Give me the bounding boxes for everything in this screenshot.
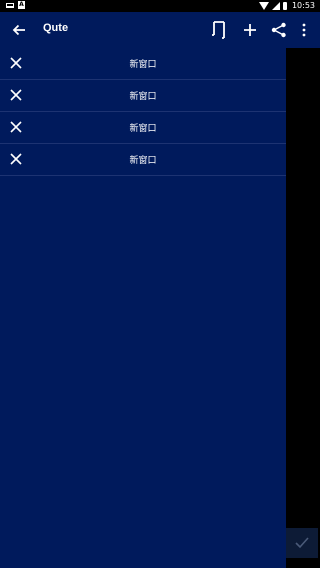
back-button[interactable] — [8, 19, 30, 41]
tab-drawer: 新窗口 新窗口 新窗口 新窗口 — [0, 48, 286, 568]
more-button[interactable] — [294, 19, 314, 41]
tab-title: 新窗口 — [129, 92, 157, 102]
status-bar: A 10:53 — [0, 0, 320, 12]
close-tab-button[interactable] — [6, 53, 26, 73]
tab-list-item[interactable]: 新窗口 — [0, 48, 286, 80]
signal-icon — [271, 1, 280, 10]
screen: A 10:53 Qute 新窗口 新窗口 新窗口 新窗口 — [0, 0, 320, 568]
app-bar: Qute — [0, 12, 320, 48]
tabs-icon — [212, 21, 225, 39]
a-icon: A — [18, 1, 25, 9]
close-icon — [10, 121, 22, 133]
tab-list-item[interactable]: 新窗口 — [0, 80, 286, 112]
close-tab-button[interactable] — [6, 149, 26, 169]
close-tab-button[interactable] — [6, 85, 26, 105]
more-vert-icon — [302, 23, 306, 37]
tab-title: 新窗口 — [129, 124, 157, 134]
status-time: 10:53 — [291, 1, 315, 10]
battery-icon — [282, 1, 287, 10]
close-tab-button[interactable] — [6, 117, 26, 137]
scrim[interactable] — [286, 48, 320, 568]
arrow-left-icon — [12, 24, 25, 36]
close-icon — [10, 57, 22, 69]
tab-list-item[interactable]: 新窗口 — [0, 144, 286, 176]
laptop-icon — [6, 2, 14, 8]
share-button[interactable] — [268, 19, 290, 41]
tab-list-item[interactable]: 新窗口 — [0, 112, 286, 144]
check-icon — [295, 537, 309, 549]
tab-title: 新窗口 — [129, 60, 157, 70]
tabs-button[interactable] — [208, 19, 230, 41]
close-icon — [10, 89, 22, 101]
wifi-icon — [258, 1, 269, 10]
share-icon — [271, 22, 286, 38]
plus-icon — [244, 24, 256, 36]
status-left: A — [6, 1, 25, 9]
status-right: 10:53 — [258, 1, 315, 10]
add-tab-button[interactable] — [239, 19, 261, 41]
close-icon — [10, 153, 22, 165]
confirm-button[interactable] — [286, 528, 318, 558]
tab-title: 新窗口 — [129, 156, 157, 166]
app-title: Qute — [43, 22, 69, 34]
